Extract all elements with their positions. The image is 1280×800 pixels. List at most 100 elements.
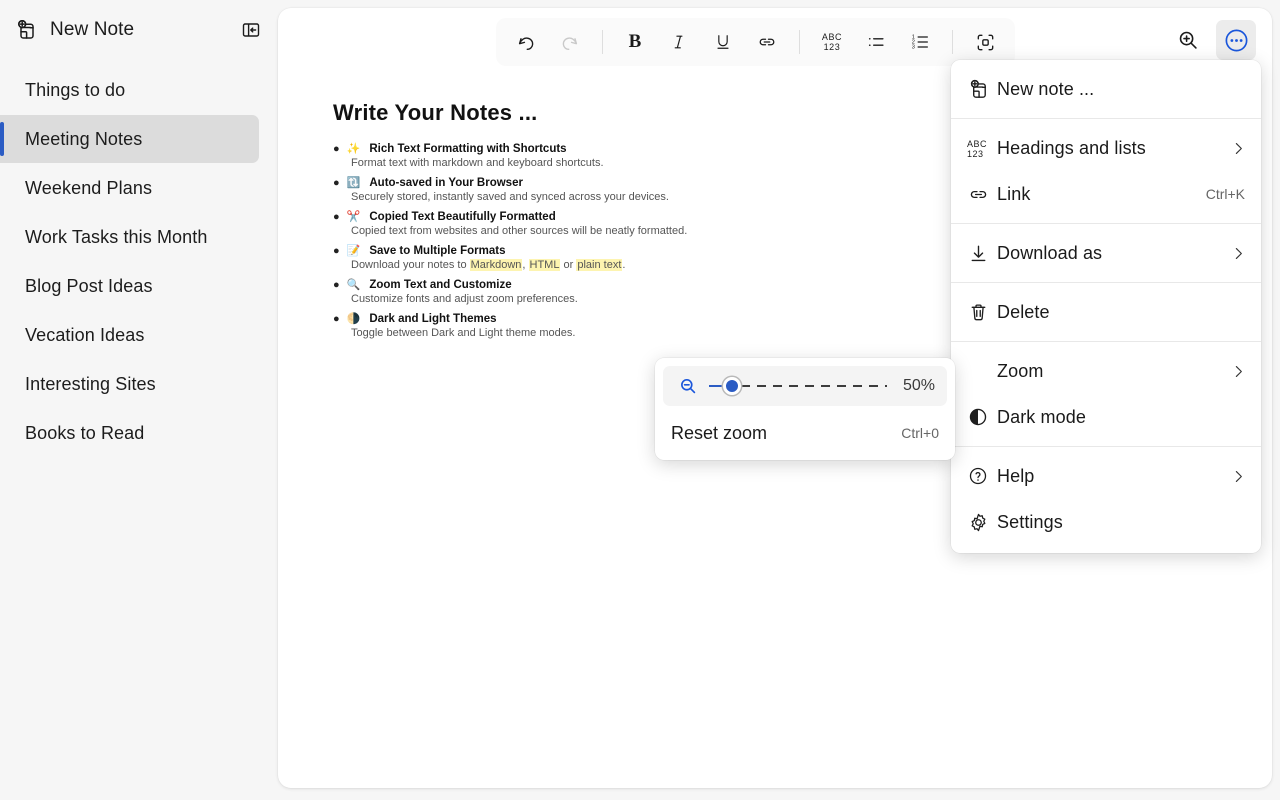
highlighted-text: plain text bbox=[576, 259, 623, 271]
list-item-title: Copied Text Beautifully Formatted bbox=[369, 211, 556, 223]
note-content[interactable]: Write Your Notes ... ● ✨ Rich Text Forma… bbox=[333, 100, 1033, 346]
bullet-dot-icon: ● bbox=[333, 211, 340, 223]
italic-button[interactable] bbox=[660, 23, 698, 61]
app-window: New Note Things to do Meeting Notes Week… bbox=[0, 0, 1280, 800]
redo-button[interactable] bbox=[551, 23, 589, 61]
menu-item-headings-and-lists[interactable]: ABC 123 Headings and lists bbox=[951, 125, 1261, 171]
menu-item-label: Dark mode bbox=[997, 406, 1086, 427]
list-item: ● 🔃 Auto-saved in Your Browser Securely … bbox=[333, 176, 1033, 203]
sidebar-item-work-tasks-this-month[interactable]: Work Tasks this Month bbox=[0, 213, 259, 261]
sidebar-item-books-to-read[interactable]: Books to Read bbox=[0, 409, 259, 457]
plain-text: . bbox=[622, 259, 626, 271]
sidebar-item-label: Things to do bbox=[25, 79, 126, 100]
zoom-out-icon[interactable] bbox=[677, 375, 699, 397]
chevron-right-icon bbox=[1230, 363, 1247, 380]
link-button[interactable] bbox=[748, 23, 786, 61]
menu-item-label: Settings bbox=[997, 511, 1063, 532]
list-item: ● 📝 Save to Multiple Formats Download yo… bbox=[333, 244, 1033, 271]
underline-button[interactable] bbox=[704, 23, 742, 61]
reset-zoom-shortcut: Ctrl+0 bbox=[901, 425, 939, 441]
undo-button[interactable] bbox=[507, 23, 545, 61]
sidebar-item-label: Blog Post Ideas bbox=[25, 275, 153, 296]
zoom-in-button[interactable] bbox=[1168, 20, 1208, 60]
undo-icon bbox=[515, 31, 537, 53]
list-item-title: Dark and Light Themes bbox=[369, 313, 497, 325]
menu-item-link[interactable]: Link Ctrl+K bbox=[951, 171, 1261, 217]
bold-button[interactable]: B bbox=[616, 23, 654, 61]
focus-mode-button[interactable] bbox=[966, 23, 1004, 61]
new-note-icon bbox=[967, 78, 997, 101]
new-note-button[interactable]: New Note bbox=[10, 14, 238, 46]
menu-item-delete[interactable]: Delete bbox=[951, 289, 1261, 335]
plain-text: Download your notes to bbox=[351, 259, 470, 271]
list-item: ● ✨ Rich Text Formatting with Shortcuts … bbox=[333, 142, 1033, 169]
new-note-icon bbox=[14, 18, 38, 42]
menu-item-label: Delete bbox=[997, 301, 1050, 322]
half-moon-icon: 🌗 bbox=[346, 313, 361, 325]
menu-item-label: Help bbox=[997, 465, 1035, 486]
numbered-list-icon: 1 2 3 bbox=[909, 31, 931, 53]
gear-icon bbox=[967, 511, 997, 534]
scissors-icon: ✂️ bbox=[346, 211, 361, 223]
italic-icon bbox=[669, 32, 689, 52]
new-note-label: New Note bbox=[50, 19, 135, 40]
abc123-icon: ABC 123 bbox=[821, 32, 843, 52]
headings-button[interactable]: ABC 123 bbox=[813, 23, 851, 61]
list-item-desc: Customize fonts and adjust zoom preferen… bbox=[351, 293, 578, 305]
toolbar-divider bbox=[602, 30, 603, 54]
bullet-dot-icon: ● bbox=[333, 245, 340, 257]
download-icon bbox=[967, 242, 997, 265]
sidebar: New Note Things to do Meeting Notes Week… bbox=[0, 0, 278, 800]
menu-item-dark-mode[interactable]: Dark mode bbox=[951, 394, 1261, 440]
chevron-right-icon bbox=[1230, 245, 1247, 262]
toolbar-right-group bbox=[1168, 20, 1256, 60]
numbered-list-button[interactable]: 1 2 3 bbox=[901, 23, 939, 61]
svg-text:3: 3 bbox=[912, 45, 915, 51]
reset-zoom-button[interactable]: Reset zoom Ctrl+0 bbox=[655, 410, 955, 456]
menu-item-settings[interactable]: Settings bbox=[951, 499, 1261, 545]
more-dots-icon bbox=[1223, 27, 1250, 54]
magnifier-icon: 🔍 bbox=[346, 279, 361, 291]
list-item-desc: Toggle between Dark and Light theme mode… bbox=[351, 327, 576, 339]
menu-item-new-note[interactable]: New note ... bbox=[951, 66, 1261, 112]
sidebar-item-label: Weekend Plans bbox=[25, 177, 153, 198]
bullet-dot-icon: ● bbox=[333, 279, 340, 291]
sidebar-item-things-to-do[interactable]: Things to do bbox=[0, 66, 259, 114]
sidebar-header: New Note bbox=[0, 0, 278, 60]
zoom-slider-fill bbox=[709, 385, 723, 387]
more-options-button[interactable] bbox=[1216, 20, 1256, 60]
plain-text: or bbox=[560, 259, 577, 271]
menu-item-download-as[interactable]: Download as bbox=[951, 230, 1261, 276]
list-item-desc-rich: Download your notes to Markdown, HTML or… bbox=[351, 259, 1033, 271]
sidebar-item-meeting-notes[interactable]: Meeting Notes bbox=[0, 115, 259, 163]
reset-zoom-label: Reset zoom bbox=[671, 422, 768, 443]
list-item: ● ✂️ Copied Text Beautifully Formatted C… bbox=[333, 210, 1033, 237]
toolbar-divider bbox=[952, 30, 953, 54]
collapse-sidebar-button[interactable] bbox=[238, 17, 264, 43]
sidebar-item-interesting-sites[interactable]: Interesting Sites bbox=[0, 360, 259, 408]
menu-item-help[interactable]: Help bbox=[951, 453, 1261, 499]
sidebar-item-weekend-plans[interactable]: Weekend Plans bbox=[0, 164, 259, 212]
toolbar-divider bbox=[799, 30, 800, 54]
menu-item-zoom[interactable]: Zoom bbox=[951, 348, 1261, 394]
menu-item-label: New note ... bbox=[997, 78, 1095, 99]
list-item: ● 🌗 Dark and Light Themes Toggle between… bbox=[333, 312, 1033, 339]
list-item-title: Rich Text Formatting with Shortcuts bbox=[369, 143, 567, 155]
sidebar-item-blog-post-ideas[interactable]: Blog Post Ideas bbox=[0, 262, 259, 310]
question-circle-icon bbox=[967, 465, 997, 487]
zoom-slider-thumb[interactable] bbox=[723, 377, 741, 395]
menu-divider bbox=[951, 341, 1261, 342]
list-item-desc: Format text with markdown and keyboard s… bbox=[351, 157, 604, 169]
zoom-slider-row: 50% bbox=[663, 366, 947, 406]
more-options-menu: New note ... ABC 123 Headings and lists L… bbox=[951, 60, 1261, 553]
list-item: ● 🔍 Zoom Text and Customize Customize fo… bbox=[333, 278, 1033, 305]
redo-icon bbox=[559, 31, 581, 53]
sidebar-item-label: Vecation Ideas bbox=[25, 324, 145, 345]
collapse-sidebar-icon bbox=[240, 19, 262, 41]
bullet-list-button[interactable] bbox=[857, 23, 895, 61]
menu-divider bbox=[951, 282, 1261, 283]
sidebar-item-vecation-ideas[interactable]: Vecation Ideas bbox=[0, 311, 259, 359]
plain-text: , bbox=[522, 259, 529, 271]
zoom-slider[interactable] bbox=[709, 377, 887, 395]
zoom-percent-label: 50% bbox=[902, 377, 935, 394]
